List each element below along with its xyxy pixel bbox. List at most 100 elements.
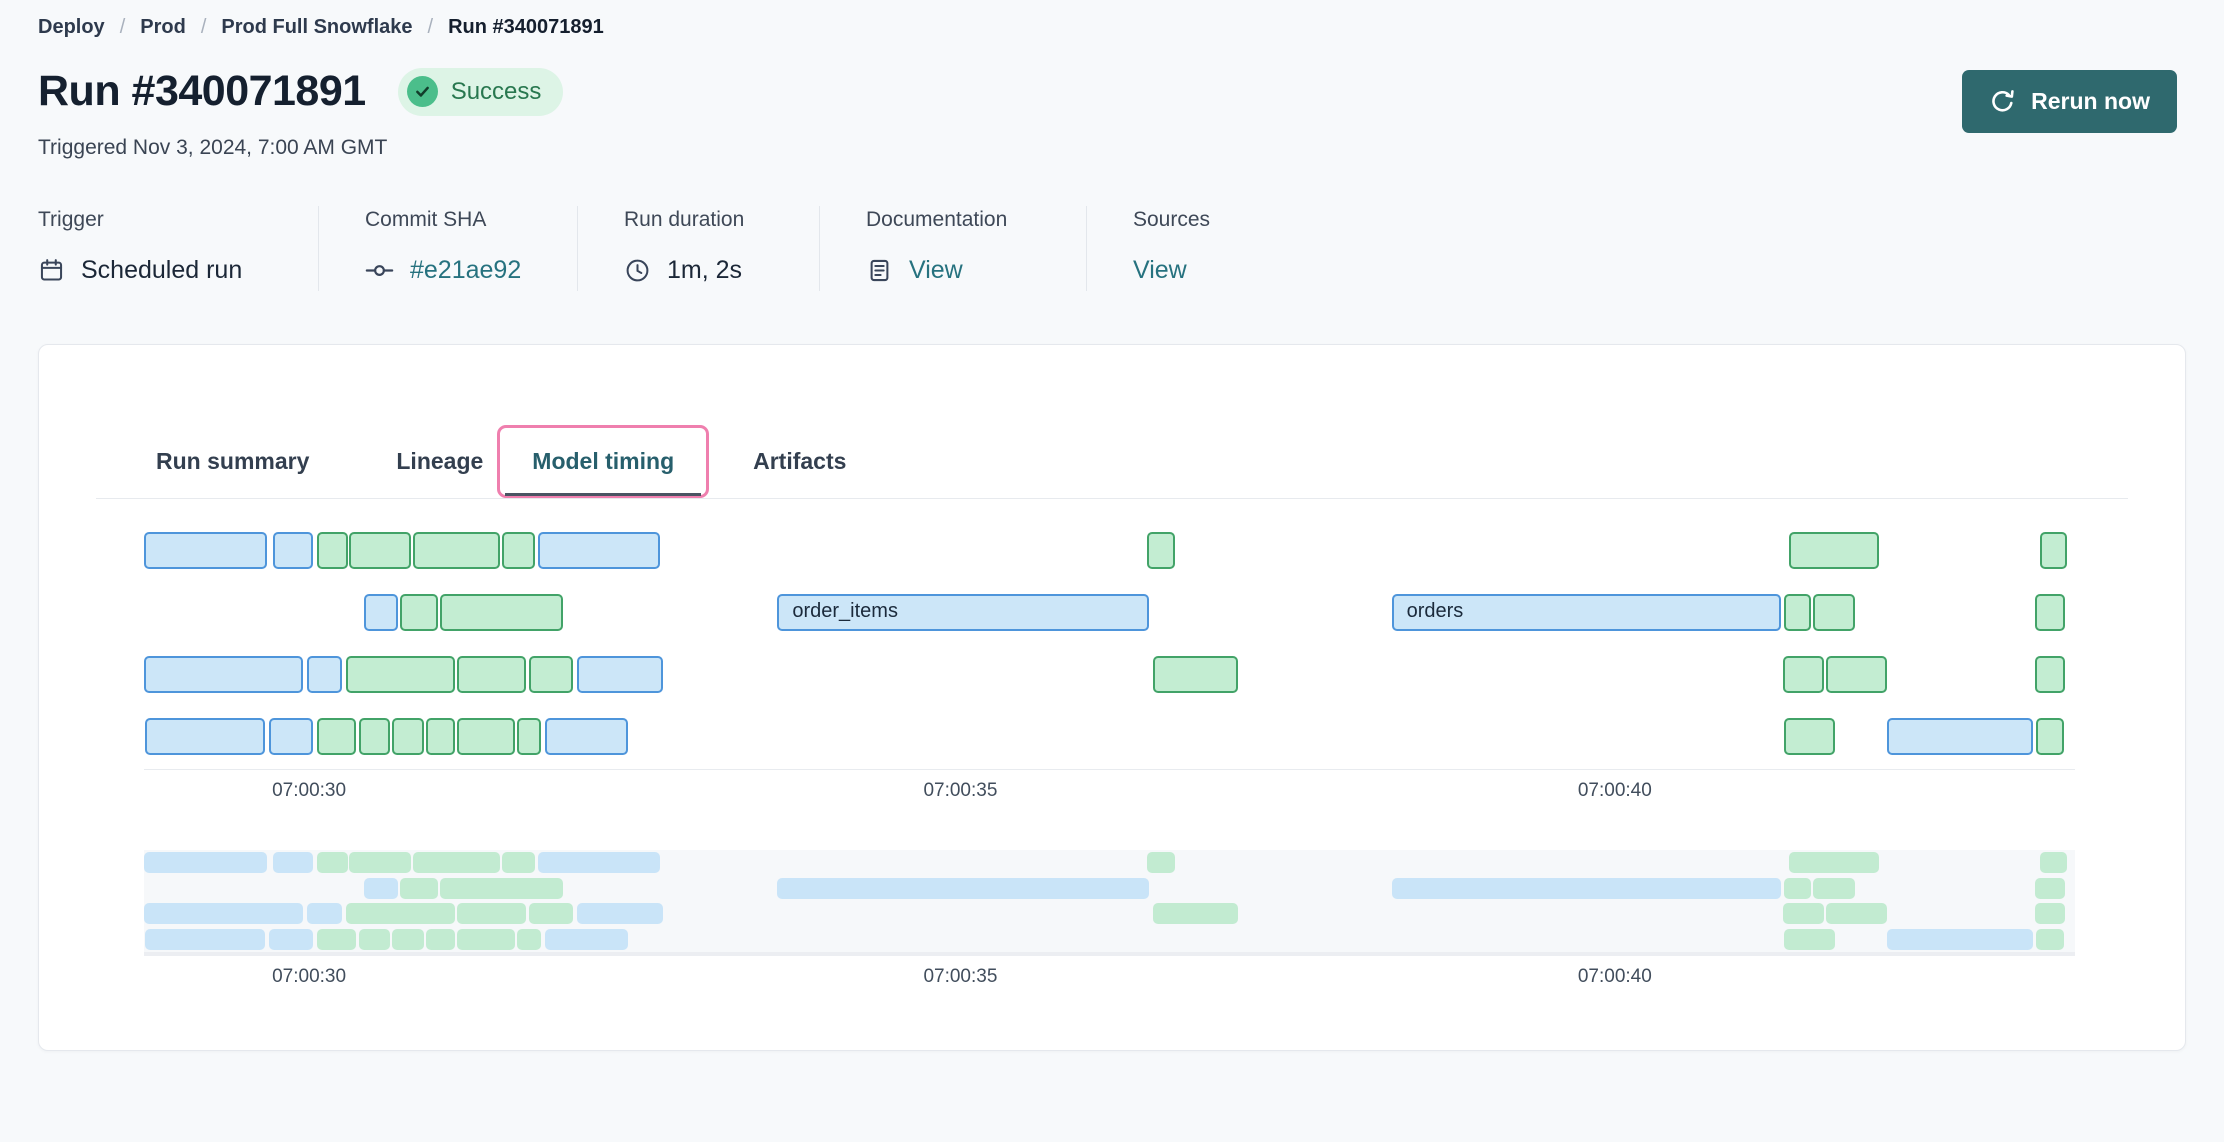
refresh-icon — [1989, 88, 2016, 115]
run-metadata-row: TriggerScheduled runCommit SHA#e21ae92Ru… — [38, 206, 2186, 291]
gantt-bar[interactable] — [457, 656, 526, 693]
gantt-row: order_items orders — [144, 594, 2075, 631]
meta-documentation: DocumentationView — [819, 206, 1086, 291]
meta-value[interactable]: #e21ae92 — [365, 256, 577, 285]
gantt-bar[interactable] — [364, 594, 398, 631]
breadcrumb-item[interactable]: Prod — [140, 16, 186, 39]
gantt-bar[interactable] — [1813, 594, 1855, 631]
timeline-overview-brush[interactable] — [144, 850, 2075, 952]
page-title: Run #340071891 — [38, 67, 366, 116]
run-page: Deploy/Prod/Prod Full Snowflake/Run #340… — [0, 0, 2224, 1142]
document-icon — [866, 257, 893, 284]
gantt-bar[interactable] — [538, 532, 660, 569]
tab-run-summary[interactable]: Run summary — [156, 448, 309, 475]
mini-gantt-bar — [349, 852, 411, 873]
gantt-bar[interactable] — [1783, 656, 1824, 693]
gantt-row — [144, 532, 2075, 569]
gantt-row — [144, 656, 2075, 693]
gantt-bar[interactable] — [1784, 594, 1811, 631]
gantt-bar[interactable] — [517, 718, 541, 755]
gantt-bar[interactable] — [2035, 594, 2065, 631]
gantt-bar-order_items[interactable]: order_items — [777, 594, 1149, 631]
gantt-bar[interactable] — [273, 532, 313, 569]
triggered-timestamp: Triggered Nov 3, 2024, 7:00 AM GMT — [38, 136, 2186, 160]
overview-axis-labels: 07:00:3007:00:3507:00:40 — [144, 956, 2075, 1000]
mini-gantt-bar — [1783, 903, 1824, 924]
meta-value[interactable]: View — [1133, 256, 1210, 285]
mini-gantt-bar — [538, 852, 660, 873]
gantt-bar[interactable] — [426, 718, 455, 755]
breadcrumb-item[interactable]: Deploy — [38, 16, 105, 39]
gantt-bar[interactable] — [440, 594, 563, 631]
mini-gantt-bar — [359, 929, 390, 950]
breadcrumb-item: Run #340071891 — [448, 16, 604, 39]
gantt-row — [144, 718, 2075, 755]
tab-model-timing[interactable]: Model timing — [497, 425, 709, 498]
meta-value-text: View — [1133, 256, 1187, 285]
clock-icon — [624, 257, 651, 284]
gantt-bar[interactable] — [1147, 532, 1175, 569]
gantt-bar[interactable] — [346, 656, 455, 693]
mini-gantt-bar — [2035, 878, 2065, 899]
gantt-bar[interactable] — [502, 532, 535, 569]
model-timing-chart: order_itemsorders 07:00:3007:00:3507:00:… — [144, 532, 2075, 1000]
meta-value-text: Scheduled run — [81, 256, 242, 285]
meta-run-duration: Run duration1m, 2s — [577, 206, 819, 291]
gantt-bar[interactable] — [392, 718, 424, 755]
breadcrumb-item[interactable]: Prod Full Snowflake — [221, 16, 412, 39]
gantt-bar[interactable] — [577, 656, 663, 693]
mini-gantt-bar — [502, 852, 535, 873]
tab-lineage[interactable]: Lineage — [396, 448, 483, 475]
axis-tick-label: 07:00:30 — [272, 966, 346, 988]
gantt-bar[interactable] — [1826, 656, 1887, 693]
success-check-icon — [407, 76, 438, 107]
gantt-bar[interactable] — [144, 656, 303, 693]
gantt-bar[interactable] — [1153, 656, 1238, 693]
gantt-bar[interactable] — [1887, 718, 2033, 755]
mini-gantt-bar — [145, 929, 265, 950]
gantt-bar[interactable] — [144, 532, 267, 569]
gantt-bar[interactable] — [317, 718, 356, 755]
gantt-bar[interactable] — [349, 532, 411, 569]
meta-value-text: View — [909, 256, 963, 285]
gantt-bar[interactable] — [2036, 718, 2064, 755]
gantt-bar[interactable] — [359, 718, 390, 755]
mini-gantt-bar — [1826, 903, 1887, 924]
gantt-bar[interactable] — [1784, 718, 1835, 755]
gantt-bar[interactable] — [2035, 656, 2065, 693]
gantt-bar[interactable] — [413, 532, 500, 569]
gantt-bar[interactable] — [145, 718, 265, 755]
time-axis-labels: 07:00:3007:00:3507:00:40 — [144, 770, 2075, 814]
mini-gantt-bar — [1153, 903, 1238, 924]
mini-gantt-bar — [144, 903, 303, 924]
meta-value[interactable]: View — [866, 256, 1086, 285]
run-detail-card: Run summaryLineageModel timingArtifacts … — [38, 344, 2186, 1051]
gantt-bar[interactable] — [269, 718, 313, 755]
gantt-bar[interactable] — [317, 532, 348, 569]
gantt-bar[interactable] — [457, 718, 515, 755]
overview-gantt-row — [144, 927, 2075, 953]
tab-divider — [96, 498, 2128, 499]
mini-gantt-bar — [2040, 852, 2067, 873]
meta-label: Trigger — [38, 208, 318, 232]
run-header: Run #340071891 Success Triggered Nov 3, … — [38, 67, 2186, 160]
overview-gantt-row — [144, 876, 2075, 902]
meta-label: Run duration — [624, 208, 819, 232]
gantt-bar[interactable] — [529, 656, 573, 693]
axis-tick-label: 07:00:35 — [923, 780, 997, 802]
rerun-now-button[interactable]: Rerun now — [1962, 70, 2177, 133]
calendar-icon — [38, 257, 65, 284]
mini-gantt-bar-order_items — [777, 878, 1149, 899]
rerun-now-label: Rerun now — [2031, 88, 2150, 115]
gantt-bar[interactable] — [545, 718, 628, 755]
gantt-bar[interactable] — [307, 656, 342, 693]
tab-artifacts[interactable]: Artifacts — [753, 448, 846, 475]
mini-gantt-bar — [1784, 929, 1835, 950]
gantt-bar[interactable] — [1789, 532, 1879, 569]
mini-gantt-bar — [364, 878, 398, 899]
gantt-bar[interactable] — [400, 594, 438, 631]
breadcrumb: Deploy/Prod/Prod Full Snowflake/Run #340… — [38, 16, 2186, 39]
gantt-bar[interactable] — [2040, 532, 2067, 569]
gantt-bar-orders[interactable]: orders — [1392, 594, 1781, 631]
meta-commit-sha: Commit SHA#e21ae92 — [318, 206, 577, 291]
